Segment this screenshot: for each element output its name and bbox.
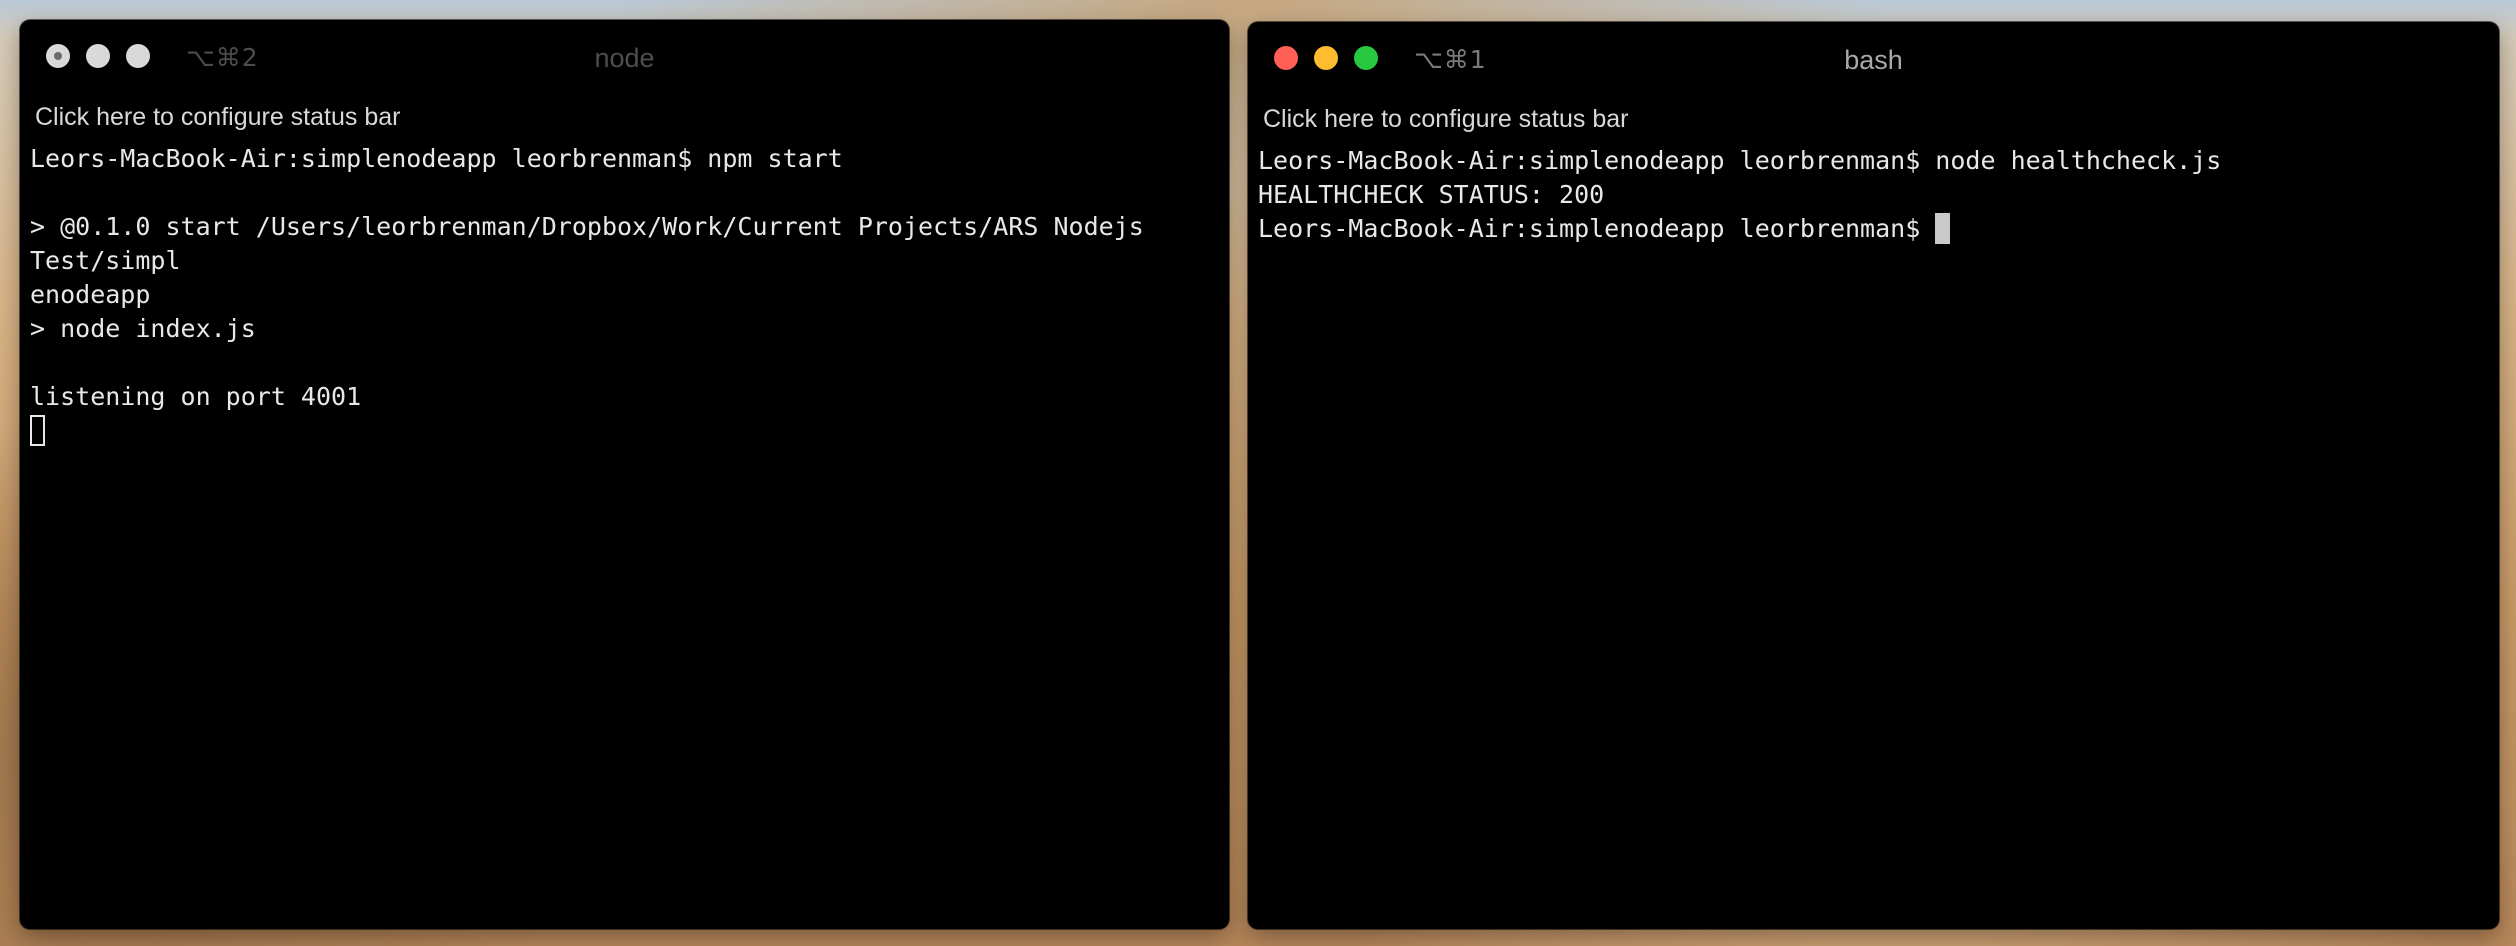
- desktop: ⌥⌘2 node Click here to configure status …: [0, 0, 2516, 946]
- terminal-window-bash[interactable]: ⌥⌘1 bash Click here to configure status …: [1248, 22, 2499, 929]
- terminal-line: Leors-MacBook-Air:simplenodeapp leorbren…: [1258, 146, 2222, 175]
- terminal-window-node[interactable]: ⌥⌘2 node Click here to configure status …: [20, 20, 1229, 929]
- terminal-line: Leors-MacBook-Air:simplenodeapp leorbren…: [30, 144, 843, 173]
- terminal-line: > @0.1.0 start /Users/leorbrenman/Dropbo…: [30, 212, 1159, 275]
- cursor-line: [30, 414, 1219, 448]
- terminal-line: enodeapp: [30, 280, 151, 309]
- terminal-output[interactable]: Leors-MacBook-Air:simplenodeapp leorbren…: [1248, 140, 2499, 246]
- text-cursor: [1935, 213, 1951, 244]
- title-bar[interactable]: ⌥⌘1 bash: [1248, 22, 2499, 98]
- text-cursor: [30, 415, 45, 446]
- configure-status-bar-link[interactable]: Click here to configure status bar: [20, 96, 1229, 138]
- title-bar[interactable]: ⌥⌘2 node: [20, 20, 1229, 96]
- window-title: bash: [1844, 45, 1903, 75]
- configure-status-bar-link[interactable]: Click here to configure status bar: [1248, 98, 2499, 140]
- terminal-line: HEALTHCHECK STATUS: 200: [1258, 180, 1605, 209]
- terminal-line: listening on port 4001: [30, 382, 362, 411]
- window-title: node: [594, 43, 655, 73]
- shell-prompt: Leors-MacBook-Air:simplenodeapp leorbren…: [1258, 214, 1936, 243]
- prompt-line[interactable]: Leors-MacBook-Air:simplenodeapp leorbren…: [1258, 212, 2489, 246]
- terminal-output[interactable]: Leors-MacBook-Air:simplenodeapp leorbren…: [20, 138, 1229, 448]
- terminal-line: > node index.js: [30, 314, 256, 343]
